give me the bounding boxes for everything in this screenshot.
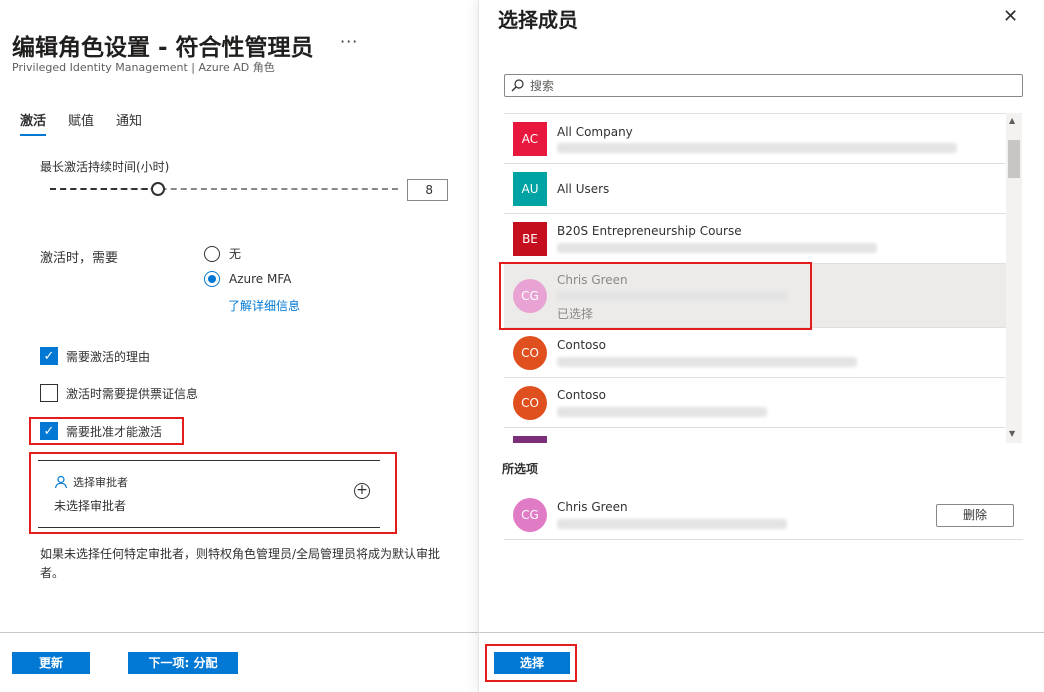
list-scrollbar[interactable]: ▲ ▼ bbox=[1006, 113, 1022, 443]
search-input[interactable]: 搜索 bbox=[504, 74, 1023, 97]
member-name: Chris Green bbox=[557, 500, 628, 514]
checkmark-icon[interactable]: ✓ bbox=[40, 347, 58, 365]
slider-fill bbox=[50, 188, 158, 190]
selected-items-header: 所选项 bbox=[502, 462, 539, 476]
redacted-detail bbox=[557, 407, 767, 417]
radio-none-circle[interactable] bbox=[204, 245, 220, 262]
redacted-detail bbox=[557, 357, 857, 367]
list-item[interactable]: CO Contoso bbox=[504, 328, 1021, 378]
search-icon bbox=[511, 79, 524, 92]
member-name: All Users bbox=[557, 182, 610, 196]
list-item[interactable]: AC All Company bbox=[504, 114, 1021, 164]
page-subtitle: Privileged Identity Management | Azure A… bbox=[12, 61, 275, 74]
checkbox-label: 需要激活的理由 bbox=[66, 349, 151, 364]
checkbox-require-justification[interactable]: ✓ 需要激活的理由 bbox=[40, 347, 150, 365]
checkbox-require-ticket[interactable]: 激活时需要提供票证信息 bbox=[40, 384, 198, 402]
avatar: CO bbox=[513, 386, 547, 420]
list-item[interactable]: BE B20S Entrepreneurship Course bbox=[504, 214, 1021, 264]
page-title: 编辑角色设置 - 符合性管理员 bbox=[12, 35, 314, 61]
default-approver-note: 如果未选择任何特定审批者，则特权角色管理员/全局管理员将成为默认审批者。 bbox=[40, 547, 441, 580]
highlight-box bbox=[485, 644, 577, 682]
highlight-box bbox=[499, 262, 812, 330]
select-members-panel: 选择成员 ✕ 搜索 AC All Company AU All Users BE… bbox=[478, 0, 1044, 692]
duration-slider[interactable] bbox=[50, 181, 398, 197]
next-assignment-button[interactable]: 下一项: 分配 bbox=[128, 652, 238, 674]
tab-assignment[interactable]: 赋值 bbox=[68, 110, 94, 136]
list-item[interactable] bbox=[504, 428, 1021, 443]
footer-divider bbox=[479, 632, 1044, 633]
duration-input[interactable]: 8 bbox=[407, 179, 448, 201]
learn-more-link[interactable]: 了解详细信息 bbox=[228, 297, 300, 314]
highlight-box bbox=[29, 417, 184, 445]
panel-title: 选择成员 bbox=[498, 8, 578, 32]
avatar: CG bbox=[513, 498, 547, 532]
member-name: All Company bbox=[557, 125, 633, 139]
tab-bar: 激活 赋值 通知 bbox=[20, 110, 164, 136]
member-name: Contoso bbox=[557, 388, 606, 402]
slider-thumb[interactable] bbox=[150, 182, 165, 196]
radio-none-label: 无 bbox=[229, 247, 242, 261]
list-item[interactable]: CO Contoso bbox=[504, 378, 1021, 428]
member-name: Contoso bbox=[557, 338, 606, 352]
checkbox-label: 激活时需要提供票证信息 bbox=[66, 386, 199, 401]
member-name: B20S Entrepreneurship Course bbox=[557, 224, 742, 238]
checkbox-box[interactable] bbox=[40, 384, 58, 402]
radio-none[interactable]: 无 bbox=[204, 245, 241, 262]
avatar: BE bbox=[513, 222, 547, 256]
radio-azure-mfa[interactable]: Azure MFA bbox=[204, 271, 291, 287]
radio-mfa-label: Azure MFA bbox=[229, 272, 292, 286]
activation-requirement-label: 激活时，需要 bbox=[40, 251, 119, 266]
radio-mfa-circle[interactable] bbox=[204, 271, 220, 287]
scroll-down-icon[interactable]: ▼ bbox=[1009, 429, 1015, 438]
close-icon[interactable]: ✕ bbox=[1003, 6, 1018, 27]
avatar: AU bbox=[513, 172, 547, 206]
role-settings-panel: 编辑角色设置 - 符合性管理员 ··· Privileged Identity … bbox=[0, 0, 478, 692]
list-item[interactable]: AU All Users bbox=[504, 164, 1021, 214]
tab-activation[interactable]: 激活 bbox=[20, 110, 47, 136]
tab-notification[interactable]: 通知 bbox=[116, 110, 142, 136]
update-button[interactable]: 更新 bbox=[12, 652, 90, 674]
max-duration-label: 最长激活持续时间(小时) bbox=[40, 160, 170, 174]
redacted-detail bbox=[557, 143, 957, 153]
avatar bbox=[513, 436, 547, 443]
avatar: AC bbox=[513, 122, 547, 156]
more-options-button[interactable]: ··· bbox=[340, 32, 358, 51]
redacted-detail bbox=[557, 519, 787, 529]
scrollbar-thumb[interactable] bbox=[1008, 140, 1020, 178]
avatar: CO bbox=[513, 336, 547, 370]
search-placeholder: 搜索 bbox=[530, 79, 555, 93]
scroll-up-icon[interactable]: ▲ bbox=[1009, 116, 1015, 125]
remove-button[interactable]: 删除 bbox=[936, 504, 1014, 527]
redacted-detail bbox=[557, 243, 877, 253]
footer-divider bbox=[0, 632, 478, 633]
highlight-box bbox=[29, 452, 397, 534]
